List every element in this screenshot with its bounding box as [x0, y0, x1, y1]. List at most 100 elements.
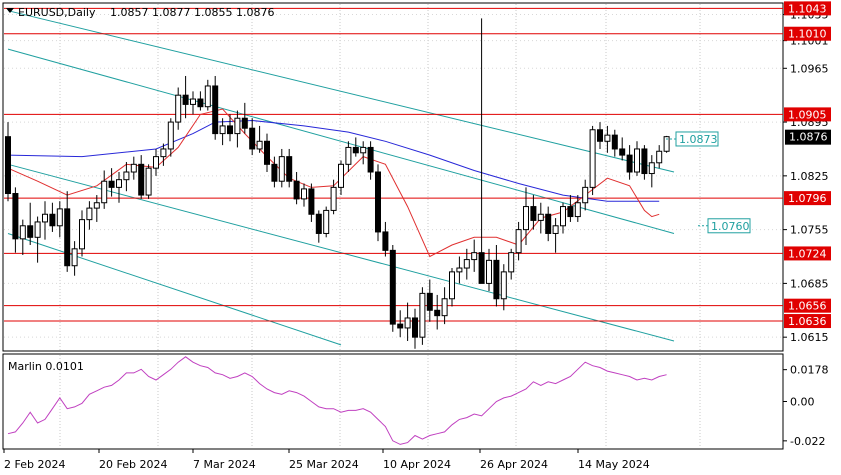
candle-up: [508, 252, 515, 273]
candle-down: [249, 127, 256, 150]
level-label: 1.1010: [788, 28, 827, 41]
price-tick-label: 1.0615: [790, 331, 829, 344]
current-price-label: 1.0876: [789, 131, 828, 144]
indicator-pane-frame: [2, 353, 784, 450]
chart-symbol: EURUSD,Daily: [18, 6, 96, 19]
candle-down: [478, 252, 485, 284]
candle-up: [323, 209, 330, 234]
candle-up: [523, 206, 529, 231]
candle-up: [441, 298, 448, 317]
candle-down: [27, 225, 34, 238]
candle-down: [412, 317, 418, 338]
candle-up: [116, 179, 122, 188]
indicator-pane[interactable]: Marlin 0.0101: [2, 353, 784, 450]
candle-down: [212, 85, 219, 135]
candle-up: [537, 213, 544, 221]
candle-down: [308, 188, 315, 215]
candle-up: [486, 259, 492, 284]
candle-up: [419, 292, 426, 338]
candle-down: [611, 134, 618, 150]
candle-down: [64, 208, 71, 267]
candle-up: [278, 156, 285, 182]
candle-up: [574, 202, 581, 218]
candle-up: [79, 219, 85, 250]
candle-up: [301, 188, 307, 200]
chart-window[interactable]: EURUSD,Daily 1.0857 1.0877 1.0855 1.0876…: [0, 0, 841, 475]
candle-up: [634, 148, 640, 173]
candle-up: [175, 94, 182, 123]
channel-label-text: 1.0873: [679, 133, 718, 146]
candle-down: [626, 154, 633, 173]
candle-up: [338, 163, 344, 188]
candle-up: [404, 317, 411, 329]
level-label: 1.0905: [788, 108, 827, 121]
indicator-title: Marlin 0.0101: [8, 360, 84, 373]
candle-up: [515, 229, 522, 254]
candle-down: [352, 146, 359, 154]
candle-up: [604, 134, 611, 142]
candle-down: [434, 309, 441, 317]
candle-down: [227, 125, 233, 135]
price-tick-label: 1.0685: [790, 277, 829, 290]
candle-up: [582, 186, 589, 204]
chart-ohlc: 1.0857 1.0877 1.0855 1.0876: [110, 6, 274, 19]
candle-down: [545, 213, 552, 234]
candle-up: [456, 267, 463, 273]
time-label: 25 Mar 2024: [289, 458, 359, 471]
candle-up: [101, 180, 108, 204]
candle-up: [345, 146, 352, 165]
time-label: 10 Apr 2024: [383, 458, 451, 471]
candle-up: [204, 85, 211, 108]
candle-up: [42, 213, 48, 223]
candle-down: [286, 156, 293, 182]
candle-down: [426, 292, 433, 311]
price-pane[interactable]: [2, 2, 784, 352]
candle-down: [108, 180, 115, 188]
time-label: 26 Apr 2024: [480, 458, 548, 471]
candle-up: [123, 171, 130, 181]
candle-down: [597, 129, 603, 142]
candle-up: [34, 221, 41, 238]
candle-up: [560, 206, 566, 227]
candle-up: [360, 146, 367, 154]
candle-up: [500, 271, 507, 300]
level-label: 1.0636: [788, 315, 827, 328]
candle-down: [375, 171, 381, 233]
candle-up: [463, 259, 470, 269]
candle-down: [382, 231, 389, 251]
candle-up: [589, 129, 596, 188]
indicator-tick-label: 0.0178: [790, 364, 829, 377]
candle-down: [493, 259, 500, 300]
current-price-tag: 1.0876: [785, 129, 831, 145]
candle-up: [145, 167, 152, 196]
candle-down: [49, 213, 56, 227]
candle-up: [160, 148, 167, 158]
time-label: 7 Mar 2024: [193, 458, 256, 471]
candle-up: [71, 248, 78, 267]
candle-down: [293, 180, 300, 200]
candle-down: [641, 148, 648, 175]
candle-up: [167, 121, 174, 150]
price-tick-label: 1.0825: [790, 170, 829, 183]
candle-up: [219, 125, 226, 135]
candle-down: [619, 148, 626, 156]
candle-up: [552, 225, 559, 234]
price-tick-label: 1.0965: [790, 62, 829, 75]
candle-down: [138, 163, 145, 196]
time-label: 2 Feb 2024: [4, 458, 65, 471]
candle-down: [315, 213, 322, 234]
level-label: 1.0724: [788, 247, 827, 260]
candle-up: [656, 150, 663, 164]
candle-down: [264, 140, 270, 165]
candle-up: [153, 156, 159, 169]
candle-up: [234, 117, 241, 135]
candle-up: [190, 98, 196, 105]
candle-up: [56, 208, 63, 227]
candle-down: [397, 323, 404, 329]
candle-up: [86, 207, 93, 221]
candle-up: [130, 163, 137, 173]
indicator-tick-label: -0.022: [790, 435, 825, 448]
candle-up: [330, 186, 337, 211]
level-label: 1.0796: [788, 192, 827, 205]
level-label: 1.0656: [788, 300, 827, 313]
